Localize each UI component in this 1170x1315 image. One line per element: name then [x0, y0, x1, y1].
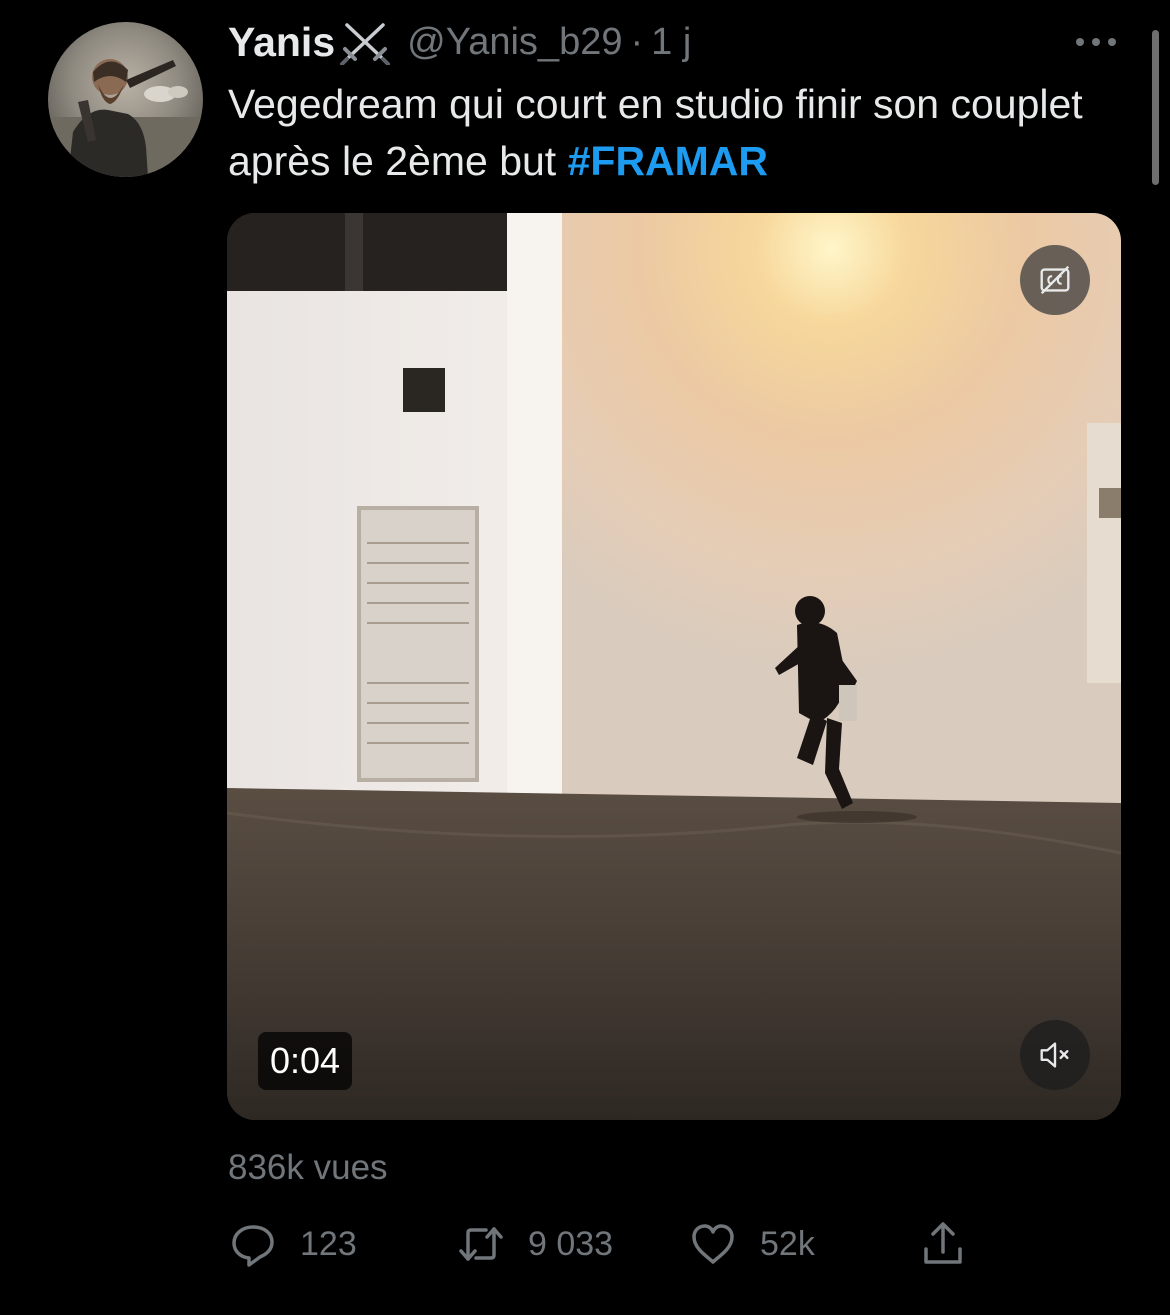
- tweet-text: Vegedream qui court en studio finir son …: [228, 76, 1128, 190]
- action-bar: 123 9 033 52k: [228, 1214, 988, 1274]
- reply-icon: [232, 1225, 274, 1267]
- captions-off-icon[interactable]: [1020, 245, 1090, 315]
- avatar[interactable]: [48, 22, 203, 177]
- tweet-header: Yanis @Yanis_b29 · 1 j: [228, 18, 691, 66]
- heart-icon: [692, 1224, 734, 1264]
- retweet-count: 9 033: [528, 1224, 614, 1263]
- display-name[interactable]: Yanis: [228, 19, 335, 66]
- video-player[interactable]: 0:04: [227, 213, 1121, 1120]
- scrollbar[interactable]: [1152, 30, 1159, 185]
- timestamp[interactable]: 1 j: [651, 21, 691, 64]
- crossed-swords-icon: [337, 19, 393, 66]
- more-icon[interactable]: [1072, 30, 1120, 54]
- user-handle[interactable]: @Yanis_b29: [407, 21, 622, 64]
- video-frame: [227, 213, 1121, 1120]
- reply-button[interactable]: 123: [228, 1214, 357, 1274]
- retweet-button[interactable]: 9 033: [456, 1214, 613, 1274]
- like-button[interactable]: 52k: [688, 1214, 815, 1274]
- view-count: 836k vues: [228, 1148, 388, 1187]
- reply-count: 123: [300, 1224, 357, 1263]
- retweet-icon: [459, 1227, 503, 1261]
- like-count: 52k: [760, 1224, 815, 1263]
- share-button[interactable]: [918, 1214, 968, 1274]
- hashtag-link[interactable]: #FRAMAR: [568, 138, 768, 184]
- muted-speaker-icon[interactable]: [1020, 1020, 1090, 1090]
- separator-dot: ·: [630, 20, 644, 63]
- video-duration: 0:04: [258, 1032, 353, 1090]
- share-icon: [924, 1222, 962, 1264]
- avatar-image: [48, 59, 203, 177]
